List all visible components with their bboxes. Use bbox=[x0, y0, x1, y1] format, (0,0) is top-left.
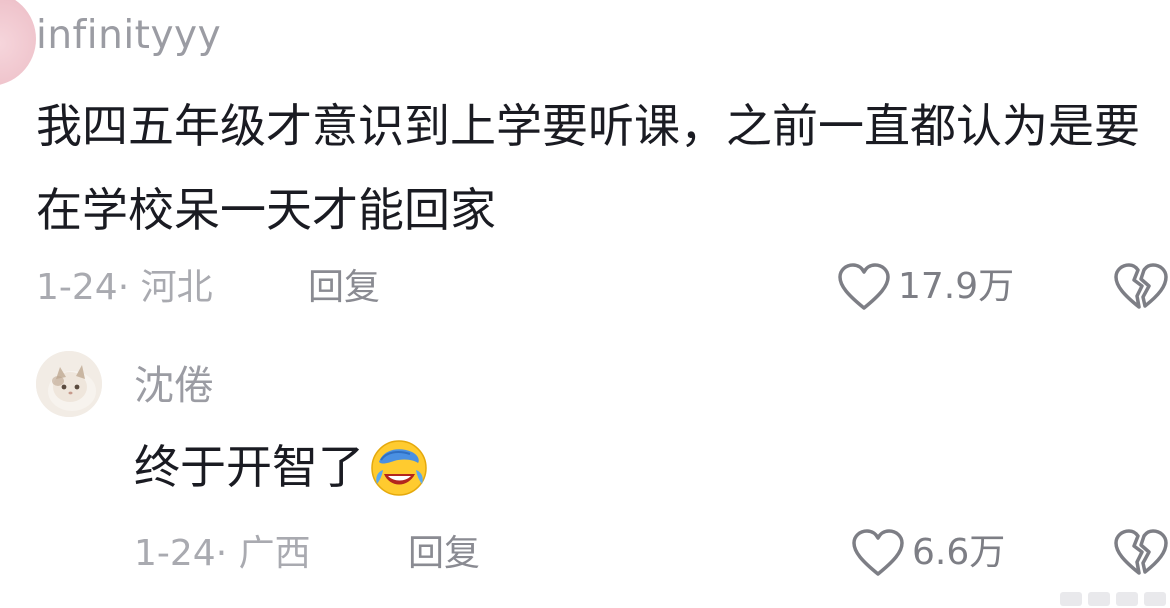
username[interactable]: infinityyy bbox=[36, 12, 221, 60]
like-count: 6.6万 bbox=[912, 532, 1006, 573]
watermark-block bbox=[1060, 592, 1082, 606]
watermark-block bbox=[1116, 592, 1138, 606]
comment-text: 终于开智了 bbox=[134, 435, 430, 499]
comment-text-content: 终于开智了 bbox=[134, 440, 364, 494]
heart-icon bbox=[850, 528, 906, 578]
reply-button[interactable]: 回复 bbox=[408, 532, 480, 576]
comment-date-location: 1-24· 广西 bbox=[134, 533, 311, 574]
like-button[interactable]: 6.6万 bbox=[850, 528, 1005, 578]
broken-heart-icon[interactable] bbox=[1112, 528, 1170, 578]
avatar[interactable] bbox=[0, 0, 36, 86]
heart-icon bbox=[836, 262, 892, 312]
comment-text: 我四五年级才意识到上学要听课，之前一直都认为是要在学校呆一天才能回家 bbox=[36, 99, 1140, 237]
username[interactable]: 沈倦 bbox=[134, 362, 214, 410]
watermark-block bbox=[1088, 592, 1110, 606]
reply-button[interactable]: 回复 bbox=[308, 266, 380, 310]
comment-date-location: 1-24· 河北 bbox=[36, 267, 213, 308]
watermark bbox=[1060, 592, 1166, 606]
facepalm-laughing-emoji-icon bbox=[368, 436, 430, 498]
like-count: 17.9万 bbox=[898, 266, 1015, 307]
watermark-block bbox=[1144, 592, 1166, 606]
broken-heart-icon[interactable] bbox=[1112, 262, 1170, 312]
avatar[interactable] bbox=[36, 351, 102, 417]
like-button[interactable]: 17.9万 bbox=[836, 262, 1014, 312]
